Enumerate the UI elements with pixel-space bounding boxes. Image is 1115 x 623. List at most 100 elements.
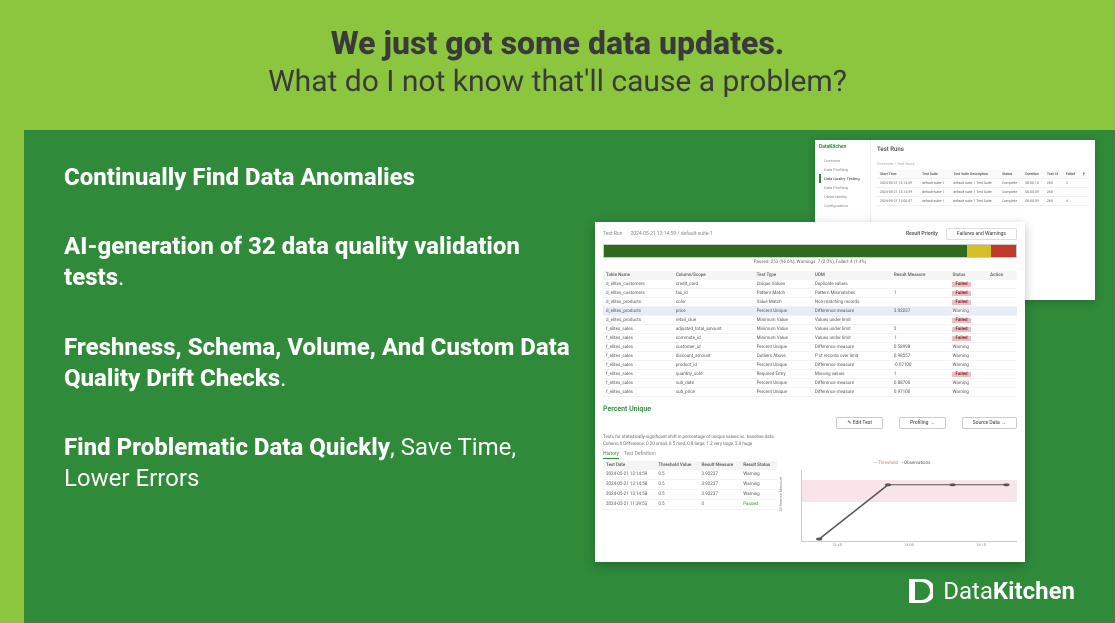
hist-col: Test Date (603, 461, 655, 470)
priority-dropdown[interactable]: Failures and Warnings (946, 228, 1017, 240)
status-badge: Warning (952, 390, 968, 395)
status-badge: Failed (952, 282, 970, 287)
priority-label: Result Priority (906, 231, 938, 237)
logo-icon (905, 577, 933, 605)
nav-quality-testing[interactable]: Data Quality Testing (819, 174, 866, 183)
table-row[interactable]: 2024-05-21 11:39:530.50Passed (603, 500, 777, 510)
chart-ylabel: Difference Measure (778, 476, 783, 511)
header-subtitle: What do I not know that'll cause a probl… (20, 64, 1095, 99)
table-row[interactable]: 2024-05-21 13:14:580.53.92237Warning (603, 480, 777, 490)
edit-test-button[interactable]: ✎ Edit Test (836, 417, 883, 429)
bullet-ai-tests: AI-generation of 32 data quality validat… (64, 231, 584, 293)
results-col: Table Name (603, 271, 673, 280)
table-row[interactable]: 2024-05-21 13:14:590.53.92237Warning (603, 470, 777, 480)
status-badge: Warning (743, 482, 759, 487)
runs-col: Test Suite Description (950, 170, 999, 179)
bar-pass (604, 245, 967, 257)
table-row[interactable]: d_elites_productscolorValue MatchNon-mat… (603, 298, 1017, 307)
cohen-desc: Cohen's h Difference: 0.20 small, 0.5 me… (603, 442, 1017, 447)
table-row[interactable]: f_elites_salessub_datePercent UniqueDiff… (603, 379, 1017, 388)
run-time: 2024-05-21 13:14:59 / default-suite-1 (630, 231, 712, 237)
status-badge: Warning (952, 345, 968, 350)
table-row[interactable]: 2024-05-21 12:00:07default-suite-1defaul… (877, 197, 1089, 206)
nav-observability[interactable]: Observability (819, 192, 866, 201)
table-row[interactable]: f_elites_salesproduct_idPercent UniqueDi… (603, 361, 1017, 370)
results-col: Result Measure (891, 271, 950, 280)
nav-overview[interactable]: Overview (819, 156, 866, 165)
hist-col: Result Status (740, 461, 777, 470)
trend-chart: — Threshold • Observations Difference Me… (787, 461, 1017, 551)
brand-name: DataKitchen (943, 577, 1075, 605)
runs-col: Failed (1063, 170, 1080, 179)
status-badge: Passed (743, 502, 758, 507)
tab-history[interactable]: History (603, 451, 619, 459)
table-row[interactable]: 2024-05-21 13:14:59default-suite-1defaul… (877, 179, 1089, 188)
screenshot-group: DataKitchen Overview Data Profiling Data… (585, 140, 1095, 560)
status-badge: Warning (952, 363, 968, 368)
table-row[interactable]: d_elites_productspricePercent UniqueDiff… (603, 307, 1017, 316)
table-row[interactable]: f_elites_salescustomer_idPercent UniqueD… (603, 343, 1017, 352)
nav-config[interactable]: Configuration (819, 201, 866, 210)
header-title: We just got some data updates. (20, 24, 1095, 62)
table-row[interactable]: d_elites_customersfax_idPattern MatchPat… (603, 289, 1017, 298)
history-table: Test DateThreshold ValueResult MeasureRe… (603, 461, 777, 510)
runs-col: Test Suite (919, 170, 950, 179)
bullet-find-quickly: Find Problematic Data Quickly, Save Time… (64, 432, 584, 494)
table-row[interactable]: f_elites_salessub_pricePercent UniqueDif… (603, 388, 1017, 397)
source-data-button[interactable]: Source Data → (962, 417, 1017, 429)
nav-profiling[interactable]: Data Profiling (819, 165, 866, 174)
table-row[interactable]: d_elites_productsretail_clueMinimum Valu… (603, 316, 1017, 325)
observations-line (802, 470, 1017, 541)
run-label: Test Run (603, 231, 622, 237)
status-badge: Warning (743, 472, 759, 477)
screenshot-results: Test Run 2024-05-21 13:14:59 / default-s… (595, 222, 1025, 562)
status-badge: Warning (743, 492, 759, 497)
results-col: Action (987, 271, 1017, 280)
chart-xticks: 12:45 13:00 13:15 (801, 542, 1017, 547)
status-badge: Warning (952, 309, 968, 314)
section-desc: Tests for statistically-significant shif… (603, 435, 1017, 440)
table-row[interactable]: 2024-05-21 13:14:580.53.92237Warning (603, 490, 777, 500)
result-bar (603, 244, 1017, 258)
profiling-button[interactable]: Profiling → (899, 417, 946, 429)
bullet-drift-checks: Freshness, Schema, Volume, And Custom Da… (64, 332, 584, 394)
results-col: Status (949, 271, 987, 280)
table-row[interactable]: d_elites_customerscredit_cardUnique Valu… (603, 280, 1017, 289)
runs-col: Start Time (877, 170, 919, 179)
nav-profiling-2[interactable]: Data Profiling (819, 183, 866, 192)
bullet-anomalies: Continually Find Data Anomalies (64, 162, 584, 193)
bar-summary-text: Passed: 253 (96.6%), Warnings: 7 (2.0%),… (603, 260, 1017, 265)
status-badge: Failed (952, 327, 970, 332)
runs-breadcrumb: Overview / Test Runs (877, 161, 1089, 166)
status-badge: Failed (952, 291, 970, 296)
results-col: Test Type (754, 271, 812, 280)
hist-col: Result Measure (699, 461, 741, 470)
status-badge: Failed (952, 318, 970, 323)
chart-legend: — Threshold • Observations (787, 461, 1017, 466)
history-panel: Test DateThreshold ValueResult MeasureRe… (603, 461, 777, 551)
chart-plot-area (801, 470, 1017, 542)
runs-brand: DataKitchen (819, 144, 866, 150)
status-badge: Failed (952, 372, 970, 377)
bar-fail (991, 245, 1016, 257)
slide-header: We just got some data updates. What do I… (0, 0, 1115, 117)
tab-definition[interactable]: Test Definition (624, 451, 656, 457)
table-row[interactable]: f_elites_salesdiscount_amountOutliers Ab… (603, 352, 1017, 361)
results-col: UOM (812, 271, 891, 280)
runs-title: Test Runs (877, 146, 1089, 153)
table-row[interactable]: f_elites_salesadjusted_total_amountMinim… (603, 325, 1017, 334)
bar-warn (967, 245, 992, 257)
runs-col: P (1080, 170, 1089, 179)
status-badge: Failed (952, 300, 970, 305)
brand-logo: DataKitchen (905, 577, 1075, 605)
hist-col: Threshold Value (655, 461, 698, 470)
table-row[interactable]: 2024-05-21 13:14:59default-suite-1defaul… (877, 188, 1089, 197)
runs-col: Duration (1022, 170, 1043, 179)
table-row[interactable]: f_elites_salesquantity_soldRequired Entr… (603, 370, 1017, 379)
table-row[interactable]: f_elites_salescommute_idMinimum ValueVal… (603, 334, 1017, 343)
runs-table: Start TimeTest SuiteTest Suite Descripti… (877, 170, 1089, 206)
results-table: Table NameColumn/ScopeTest TypeUOMResult… (603, 271, 1017, 397)
status-badge: Warning (952, 354, 968, 359)
runs-col: Test Ct (1044, 170, 1063, 179)
detail-tabs: History Test Definition (603, 451, 1017, 457)
